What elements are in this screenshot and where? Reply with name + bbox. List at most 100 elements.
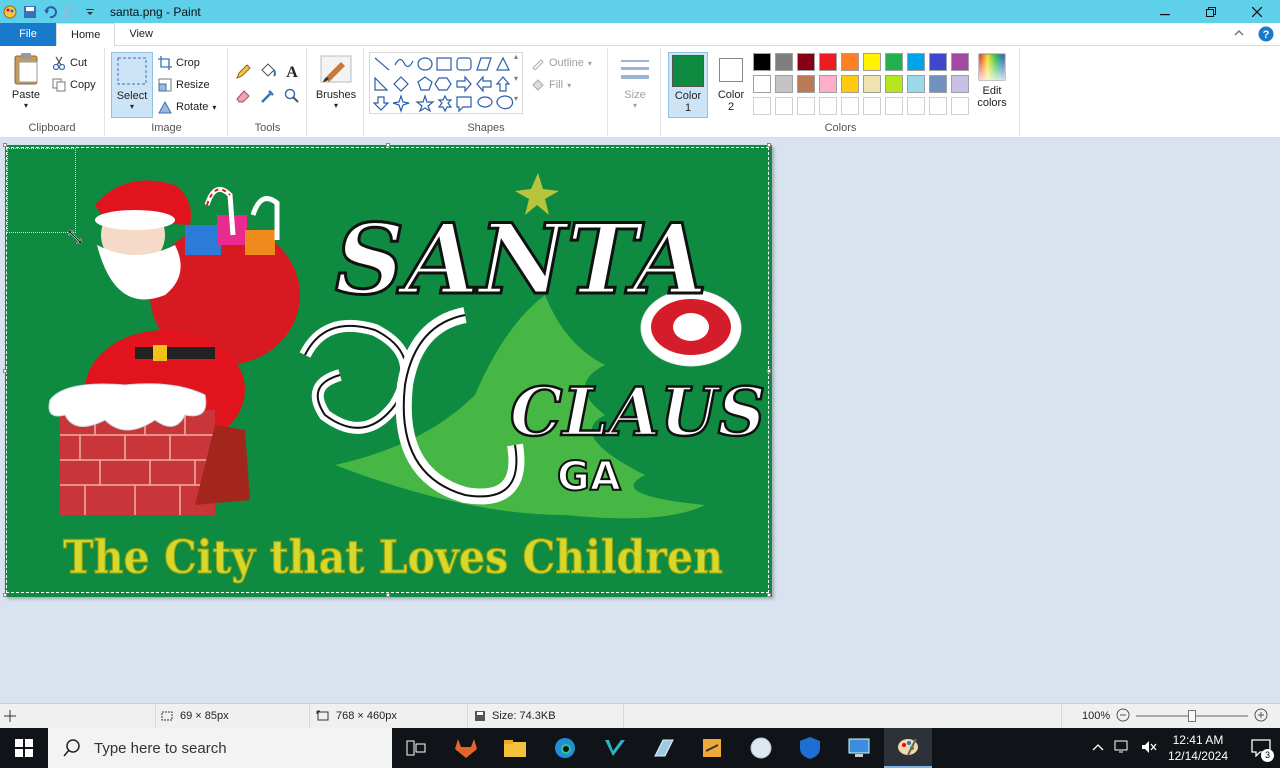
palette-swatch[interactable] <box>907 53 925 71</box>
paint-app-icon[interactable] <box>0 0 20 23</box>
tab-file[interactable]: File <box>0 23 56 46</box>
palette-swatch[interactable] <box>753 97 771 115</box>
palette-swatch[interactable] <box>929 75 947 93</box>
palette-swatch[interactable] <box>775 53 793 71</box>
palette-swatch[interactable] <box>797 75 815 93</box>
palette-swatch[interactable] <box>841 75 859 93</box>
shapes-expand-icon[interactable]: ▾ <box>514 94 518 103</box>
color2-button[interactable]: Color 2 <box>712 52 750 118</box>
resize-handle-top-right[interactable] <box>767 143 771 147</box>
shapes-gallery[interactable] <box>369 52 523 114</box>
clock[interactable]: 12:41 AM 12/14/2024 <box>1168 732 1228 764</box>
globe-app-icon[interactable] <box>747 734 775 762</box>
color1-button[interactable]: Color 1 <box>668 52 708 118</box>
tab-view[interactable]: View <box>115 23 167 46</box>
notification-center-button[interactable]: 3 <box>1242 728 1280 768</box>
palette-swatch[interactable] <box>753 75 771 93</box>
size-button[interactable]: Size ▾ <box>615 52 655 110</box>
volume-muted-icon[interactable] <box>1140 739 1158 758</box>
small-selection-box[interactable] <box>7 148 76 233</box>
visual-studio-app-icon[interactable] <box>601 734 629 762</box>
zoom-slider[interactable] <box>1136 709 1249 723</box>
fill-button[interactable]: Fill ▾ <box>531 76 571 94</box>
copy-button[interactable]: Copy <box>52 76 96 94</box>
document-app-icon[interactable] <box>649 734 677 762</box>
image-canvas[interactable]: SANTA CLAUS GA The City that Loves Child… <box>3 143 772 597</box>
resize-handle-bottom-left[interactable] <box>3 593 7 597</box>
palette-swatch[interactable] <box>951 97 969 115</box>
select-dropdown-icon[interactable]: ▾ <box>112 102 152 111</box>
zoom-out-icon[interactable] <box>1116 708 1130 725</box>
canvas-workspace[interactable]: SANTA CLAUS GA The City that Loves Child… <box>0 139 1280 703</box>
resize-handle-right[interactable] <box>767 369 771 373</box>
resize-handle-top[interactable] <box>386 143 390 147</box>
cut-button[interactable]: Cut <box>52 54 87 72</box>
palette-swatch[interactable] <box>885 97 903 115</box>
palette-swatch[interactable] <box>819 53 837 71</box>
select-button[interactable]: Select ▾ <box>111 52 153 118</box>
customize-quick-access-icon[interactable] <box>80 0 100 23</box>
palette-swatch[interactable] <box>907 97 925 115</box>
resize-handle-bottom[interactable] <box>386 593 390 597</box>
redo-icon[interactable] <box>60 0 80 23</box>
palette-swatch[interactable] <box>951 53 969 71</box>
file-explorer-icon[interactable] <box>501 734 529 762</box>
rotate-dropdown-icon[interactable]: ▾ <box>212 103 216 112</box>
palette-swatch[interactable] <box>775 75 793 93</box>
help-icon[interactable]: ? <box>1258 26 1274 45</box>
eraser-icon[interactable] <box>235 88 251 107</box>
resize-button[interactable]: Resize <box>158 76 210 94</box>
palette-swatch[interactable] <box>841 53 859 71</box>
palette-swatch[interactable] <box>929 53 947 71</box>
taskbar-search-box[interactable]: Type here to search <box>48 728 392 768</box>
palette-swatch[interactable] <box>929 97 947 115</box>
palette-swatch[interactable] <box>753 53 771 71</box>
save-icon[interactable] <box>20 0 40 23</box>
resize-handle-left[interactable] <box>3 369 7 373</box>
paint-taskbar-button[interactable] <box>884 728 932 768</box>
palette-swatch[interactable] <box>885 53 903 71</box>
tab-home[interactable]: Home <box>56 23 116 47</box>
palette-swatch[interactable] <box>819 97 837 115</box>
remote-desktop-icon[interactable] <box>845 734 873 762</box>
crop-button[interactable]: Crop <box>158 54 200 72</box>
zoom-in-icon[interactable] <box>1254 708 1268 725</box>
palette-swatch[interactable] <box>907 75 925 93</box>
magnifier-icon[interactable] <box>284 88 300 107</box>
resize-handle-top-left[interactable] <box>3 143 7 147</box>
outline-button[interactable]: Outline ▾ <box>531 54 592 72</box>
shapes-scroll-down-icon[interactable]: ▾ <box>514 74 518 83</box>
sublime-text-icon[interactable] <box>698 734 726 762</box>
start-button[interactable] <box>0 728 48 768</box>
paste-dropdown-icon[interactable]: ▾ <box>6 101 46 110</box>
pencil-icon[interactable] <box>235 64 251 83</box>
text-tool-icon[interactable]: A <box>284 62 300 83</box>
paste-button[interactable]: Paste ▾ <box>6 52 46 110</box>
close-button[interactable] <box>1234 0 1280 23</box>
palette-swatch[interactable] <box>797 53 815 71</box>
palette-swatch[interactable] <box>885 75 903 93</box>
edge-browser-icon[interactable] <box>551 734 579 762</box>
gitlab-app-icon[interactable] <box>452 734 480 762</box>
minimize-button[interactable] <box>1142 0 1188 23</box>
resize-handle-bottom-right[interactable] <box>767 593 771 597</box>
edit-colors-button[interactable]: Edit colors <box>972 52 1012 109</box>
collapse-ribbon-icon[interactable] <box>1232 26 1246 45</box>
palette-swatch[interactable] <box>797 97 815 115</box>
palette-swatch[interactable] <box>841 97 859 115</box>
shapes-scroll-up-icon[interactable]: ▴ <box>514 52 518 61</box>
fill-bucket-icon[interactable] <box>259 62 277 83</box>
brushes-button[interactable]: Brushes ▾ <box>314 52 358 110</box>
show-hidden-icons-icon[interactable] <box>1092 742 1104 755</box>
restore-button[interactable] <box>1188 0 1234 23</box>
undo-icon[interactable] <box>40 0 60 23</box>
task-view-icon[interactable] <box>402 734 430 762</box>
windows-security-icon[interactable] <box>796 734 824 762</box>
palette-swatch[interactable] <box>819 75 837 93</box>
palette-swatch[interactable] <box>863 97 881 115</box>
palette-swatch[interactable] <box>775 97 793 115</box>
network-icon[interactable] <box>1114 739 1132 758</box>
palette-swatch[interactable] <box>863 53 881 71</box>
palette-swatch[interactable] <box>863 75 881 93</box>
rotate-button[interactable]: Rotate ▾ <box>158 98 216 116</box>
